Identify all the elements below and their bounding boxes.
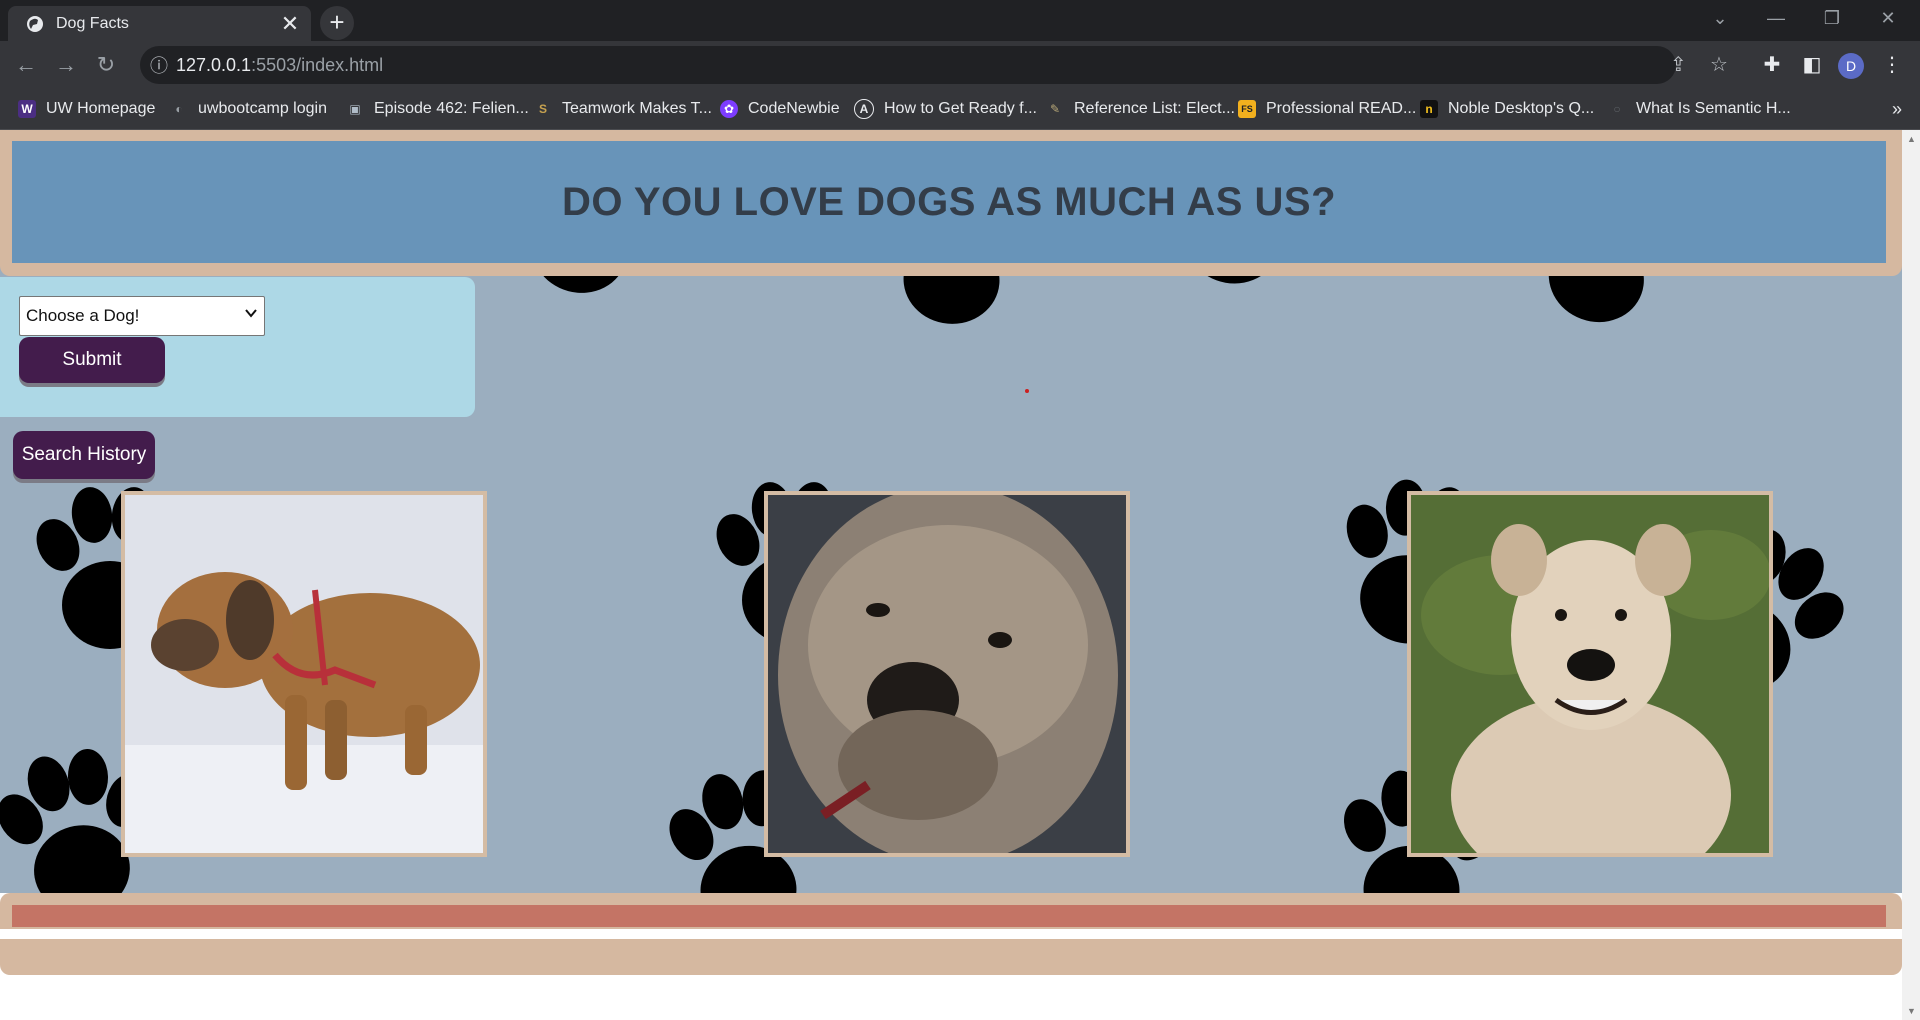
- profile-avatar[interactable]: D: [1838, 53, 1864, 79]
- submit-button[interactable]: Submit: [19, 337, 165, 383]
- bookmark-item[interactable]: n Noble Desktop's Q...: [1420, 89, 1594, 129]
- tab-search-icon[interactable]: ⌄: [1692, 0, 1748, 36]
- bookmark-label: Teamwork Makes T...: [562, 100, 712, 117]
- tab-title: Dog Facts: [56, 14, 129, 32]
- scroll-up-icon[interactable]: ▲: [1907, 134, 1916, 144]
- dog-search-form: Choose a Dog! Submit: [0, 277, 475, 417]
- bookmark-item[interactable]: ✎ Reference List: Elect...: [1046, 89, 1235, 129]
- bookmark-item[interactable]: FS Professional READ...: [1238, 89, 1416, 129]
- bookmarks-overflow-icon[interactable]: »: [1892, 89, 1902, 129]
- bookmarks-bar: W UW Homepage ◐ uwbootcamp login ▣ Episo…: [0, 89, 1920, 130]
- bookmark-favicon-icon: ✿: [720, 100, 738, 118]
- close-window-icon[interactable]: ✕: [1860, 0, 1916, 36]
- bookmark-label: uwbootcamp login: [198, 100, 327, 117]
- chevron-down-icon: [245, 309, 257, 318]
- close-tab-icon[interactable]: ✕: [277, 11, 303, 37]
- url-path: :5503/index.html: [251, 54, 384, 75]
- dog-image: [768, 495, 1126, 853]
- vertical-scrollbar[interactable]: ▲ ▼: [1902, 130, 1920, 1020]
- bookmark-favicon-icon: ▣: [349, 102, 361, 116]
- url-host: 127.0.0.1: [176, 54, 252, 75]
- footer-bottom: [0, 939, 1902, 975]
- menu-icon[interactable]: ⋮: [1876, 49, 1908, 81]
- browser-toolbar: ← → ↻ ⓘ 127.0.0.1:5503/index.html ⇪ ☆ ✚ …: [0, 41, 1920, 89]
- page-header: DO YOU LOVE DOGS AS MUCH AS US?: [0, 130, 1902, 276]
- address-bar[interactable]: ⓘ 127.0.0.1:5503/index.html ⇪ ☆: [140, 46, 1728, 84]
- side-panel-icon[interactable]: ◧: [1796, 49, 1828, 81]
- page-viewport: DO YOU LOVE DOGS AS MUCH AS US? Choose a…: [0, 130, 1902, 1020]
- dog-photo-lakeland-terrier: [1407, 491, 1773, 857]
- forward-icon[interactable]: →: [50, 49, 82, 81]
- cursor-dot: [1025, 389, 1029, 393]
- dog-breed-select[interactable]: Choose a Dog!: [19, 296, 265, 336]
- bookmark-favicon-icon: ✎: [1049, 102, 1061, 116]
- site-info-icon[interactable]: ⓘ: [150, 52, 176, 78]
- bookmark-label: UW Homepage: [46, 100, 156, 117]
- scroll-down-icon[interactable]: ▼: [1907, 1006, 1916, 1016]
- bookmark-item[interactable]: A How to Get Ready f...: [854, 89, 1037, 129]
- bookmark-label: Reference List: Elect...: [1074, 100, 1235, 117]
- bookmark-item[interactable]: ○ What Is Semantic H...: [1608, 89, 1791, 129]
- dog-image: [1411, 495, 1769, 853]
- reload-icon[interactable]: ↻: [90, 49, 122, 81]
- bookmark-item[interactable]: S Teamwork Makes T...: [534, 89, 712, 129]
- minimize-icon[interactable]: —: [1748, 0, 1804, 36]
- footer-bar: [12, 905, 1886, 927]
- dog-select-value: Choose a Dog!: [26, 306, 140, 325]
- page-title: DO YOU LOVE DOGS AS MUCH AS US?: [561, 179, 1337, 224]
- bookmark-favicon-icon: FS: [1238, 100, 1256, 118]
- bookmark-favicon-icon: ○: [1613, 102, 1621, 116]
- bookmark-label: Professional READ...: [1266, 100, 1417, 117]
- bookmark-item[interactable]: W UW Homepage: [18, 89, 155, 129]
- dog-photo-puggle: [121, 491, 487, 857]
- bookmark-favicon-icon: W: [18, 100, 36, 118]
- share-icon[interactable]: ⇪: [1670, 46, 1687, 84]
- bookmark-item[interactable]: ◐ uwbootcamp login: [170, 89, 327, 129]
- bookmark-star-icon[interactable]: ☆: [1710, 46, 1728, 84]
- extensions-icon[interactable]: ✚: [1756, 49, 1788, 81]
- new-tab-button[interactable]: +: [320, 6, 354, 40]
- dog-photo-terrier-closeup: [764, 491, 1130, 857]
- restore-icon[interactable]: ❐: [1804, 0, 1860, 36]
- dog-image: [125, 495, 483, 853]
- browser-tab[interactable]: Dog Facts ✕: [8, 6, 311, 41]
- bookmark-label: What Is Semantic H...: [1636, 100, 1791, 117]
- bookmark-label: CodeNewbie: [748, 100, 840, 117]
- header-banner: DO YOU LOVE DOGS AS MUCH AS US?: [12, 141, 1886, 263]
- bookmark-label: Noble Desktop's Q...: [1448, 100, 1595, 117]
- bookmark-label: Episode 462: Felien...: [374, 100, 529, 117]
- globe-icon: [27, 15, 43, 32]
- bookmark-favicon-icon: n: [1420, 100, 1438, 118]
- back-icon[interactable]: ←: [10, 49, 42, 81]
- bookmark-item[interactable]: ✿ CodeNewbie: [720, 89, 840, 129]
- tab-strip: Dog Facts ✕ + ⌄ — ❐ ✕: [0, 0, 1920, 41]
- bookmark-label: How to Get Ready f...: [884, 100, 1037, 117]
- bookmark-item[interactable]: ▣ Episode 462: Felien...: [346, 89, 529, 129]
- bookmark-favicon-icon: S: [538, 102, 547, 116]
- bookmark-favicon-icon: A: [854, 99, 874, 119]
- bookmark-favicon-icon: ◐: [175, 102, 183, 116]
- search-history-button[interactable]: Search History: [13, 431, 155, 479]
